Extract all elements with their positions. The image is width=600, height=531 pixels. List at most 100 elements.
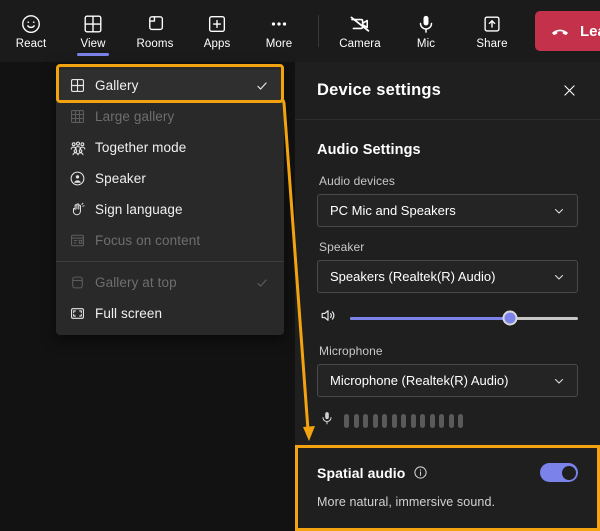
- toolbar-button-react[interactable]: React: [0, 0, 62, 62]
- meter-bar: [410, 413, 416, 428]
- meter-bar: [448, 413, 454, 428]
- hand-sign-icon: [69, 201, 95, 218]
- menu-divider: [56, 261, 284, 262]
- toolbar-label-apps: Apps: [203, 37, 231, 50]
- share-up-arrow-icon: [481, 12, 503, 36]
- smiley-icon: [20, 12, 42, 36]
- menu-label-full-screen: Full screen: [95, 306, 163, 321]
- menu-item-focus-on-content: Focus on content: [56, 225, 284, 256]
- grid-2x2-icon: [69, 77, 95, 94]
- toolbar-divider: [318, 15, 319, 47]
- active-tab-indicator: [77, 53, 109, 56]
- menu-item-full-screen[interactable]: Full screen: [56, 298, 284, 329]
- speaker-volume-row: [319, 306, 578, 330]
- checkmark-icon: [254, 79, 270, 93]
- toolbar-button-more[interactable]: More: [248, 0, 310, 62]
- close-icon: [563, 85, 575, 96]
- menu-item-large-gallery: Large gallery: [56, 101, 284, 132]
- spatial-audio-row: Spatial audio: [295, 445, 600, 482]
- hangup-phone-icon: [551, 29, 569, 36]
- volume-fill: [350, 316, 510, 320]
- audio-settings-title: Audio Settings: [317, 142, 421, 158]
- menu-label-speaker: Speaker: [95, 171, 146, 186]
- spatial-audio-section: Spatial audio More natural, immersive so…: [295, 445, 600, 531]
- toolbar-button-apps[interactable]: Apps: [186, 0, 248, 62]
- leave-control-group: Leave: [535, 11, 600, 51]
- spatial-audio-toggle[interactable]: [540, 463, 578, 482]
- speaker-volume-icon: [319, 306, 338, 330]
- microphone-value: Microphone (Realtek(R) Audio): [330, 373, 509, 388]
- breakout-rooms-icon: [144, 12, 166, 36]
- speaker-value: Speakers (Realtek(R) Audio): [330, 269, 496, 284]
- toolbar-label-more: More: [265, 37, 293, 50]
- device-settings-panel: Device settings Audio Settings Audio dev…: [295, 62, 600, 531]
- menu-label-gallery: Gallery: [95, 78, 139, 93]
- volume-slider-handle[interactable]: [502, 310, 518, 326]
- meter-bar: [344, 413, 349, 428]
- grid-3x3-icon: [69, 108, 95, 125]
- camera-off-icon: [348, 12, 372, 36]
- close-panel-button[interactable]: [556, 78, 582, 104]
- microphone-label: Microphone: [319, 344, 383, 358]
- menu-item-speaker[interactable]: Speaker: [56, 163, 284, 194]
- toolbar-button-camera[interactable]: Camera: [327, 0, 393, 62]
- microphone-level-row: [319, 410, 578, 431]
- meter-bar: [372, 413, 378, 428]
- device-settings-body: Audio Settings Audio devices PC Mic and …: [295, 120, 600, 431]
- device-settings-header: Device settings: [295, 62, 600, 120]
- meeting-toolbar: React View Rooms Apps More Camera Mic Sh…: [0, 0, 600, 62]
- chevron-down-icon: [550, 204, 568, 218]
- person-circle-icon: [69, 170, 95, 187]
- info-circle-icon[interactable]: [413, 465, 428, 480]
- spatial-audio-description: More natural, immersive sound.: [317, 495, 496, 509]
- gallery-top-icon: [69, 274, 95, 291]
- leave-button[interactable]: Leave: [535, 11, 600, 51]
- plus-square-icon: [206, 12, 228, 36]
- teams-meeting-window: React View Rooms Apps More Camera Mic Sh…: [0, 0, 600, 531]
- audio-devices-select[interactable]: PC Mic and Speakers: [317, 194, 578, 227]
- toolbar-button-rooms[interactable]: Rooms: [124, 0, 186, 62]
- speaker-label: Speaker: [319, 240, 365, 254]
- menu-item-together-mode[interactable]: Together mode: [56, 132, 284, 163]
- toolbar-label-react: React: [15, 37, 47, 50]
- people-group-icon: [69, 139, 95, 157]
- menu-label-gallery-at-top: Gallery at top: [95, 275, 177, 290]
- meter-bar: [353, 413, 359, 428]
- toolbar-label-view: View: [80, 37, 106, 50]
- toolbar-label-mic: Mic: [416, 37, 436, 50]
- ellipsis-icon: [268, 12, 290, 36]
- meter-bar: [382, 413, 387, 428]
- speaker-volume-slider[interactable]: [350, 310, 578, 326]
- audio-devices-value: PC Mic and Speakers: [330, 203, 456, 218]
- menu-label-sign-language: Sign language: [95, 202, 183, 217]
- toggle-knob: [561, 465, 576, 480]
- toolbar-button-view[interactable]: View: [62, 0, 124, 62]
- leave-button-label: Leave: [580, 22, 600, 40]
- speaker-select[interactable]: Speakers (Realtek(R) Audio): [317, 260, 578, 293]
- toolbar-left-group: React View Rooms Apps More Camera Mic Sh…: [0, 0, 600, 62]
- chevron-down-icon: [550, 374, 568, 388]
- grid-2x2-icon: [82, 12, 104, 36]
- menu-item-sign-language[interactable]: Sign language: [56, 194, 284, 225]
- panel-title: Device settings: [317, 81, 442, 99]
- meter-bar: [391, 413, 397, 428]
- toolbar-label-share: Share: [476, 37, 508, 50]
- toolbar-button-share[interactable]: Share: [459, 0, 525, 62]
- checkmark-icon: [254, 276, 270, 290]
- meter-bar: [401, 413, 406, 428]
- chevron-down-icon: [550, 270, 568, 284]
- toolbar-label-rooms: Rooms: [136, 37, 174, 50]
- audio-devices-label: Audio devices: [319, 174, 396, 188]
- menu-item-gallery[interactable]: Gallery: [56, 70, 284, 101]
- menu-label-large-gallery: Large gallery: [95, 109, 175, 124]
- microphone-icon: [319, 410, 335, 431]
- microphone-select[interactable]: Microphone (Realtek(R) Audio): [317, 364, 578, 397]
- menu-label-together-mode: Together mode: [95, 140, 187, 155]
- menu-item-gallery-at-top: Gallery at top: [56, 267, 284, 298]
- spatial-audio-label: Spatial audio: [317, 464, 406, 481]
- view-dropdown-menu: Gallery Large gallery Together mode Spea…: [56, 64, 284, 335]
- toolbar-button-mic[interactable]: Mic: [393, 0, 459, 62]
- meter-bar: [420, 413, 425, 428]
- toolbar-label-camera: Camera: [339, 37, 381, 50]
- meter-bar: [429, 413, 435, 428]
